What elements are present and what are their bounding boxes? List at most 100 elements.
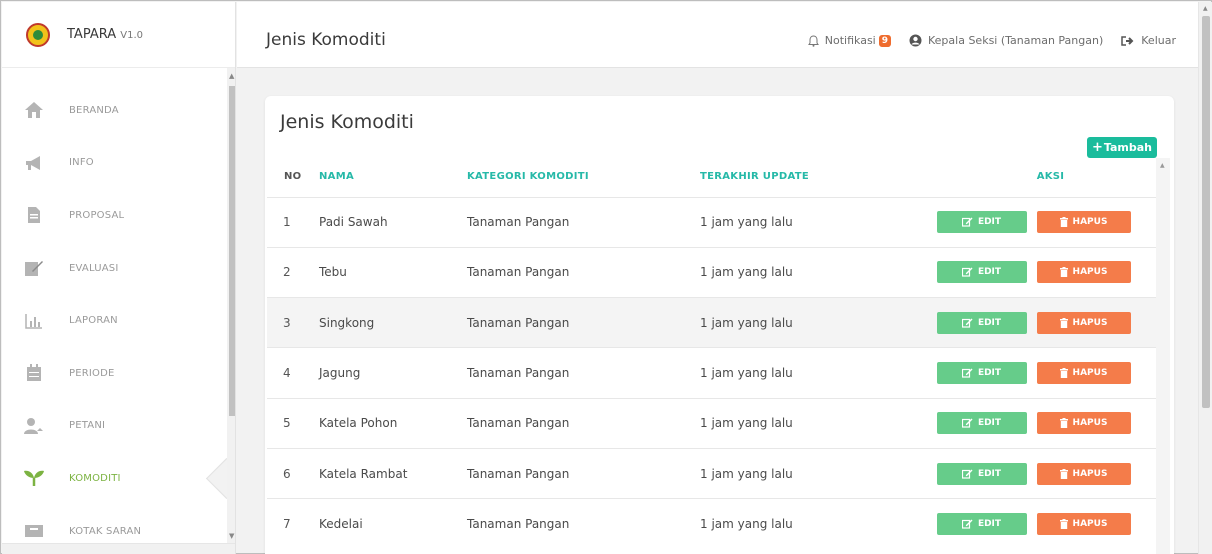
sidebar-item-laporan[interactable]: LAPORAN — [2, 294, 227, 347]
bar-chart-icon — [23, 310, 45, 332]
cell-update: 1 jam yang lalu — [700, 447, 910, 499]
edit-button[interactable]: EDIT — [936, 412, 1027, 435]
col-header-no[interactable]: NO — [267, 157, 307, 197]
delete-button[interactable]: HAPUS — [1036, 513, 1131, 536]
delete-button[interactable]: HAPUS — [1036, 412, 1131, 435]
cell-kategori: Tanaman Pangan — [467, 347, 700, 399]
sidebar-item-evaluasi[interactable]: EVALUASI — [2, 242, 227, 295]
edit-button[interactable]: EDIT — [936, 211, 1027, 234]
sprout-icon — [23, 467, 45, 489]
brand[interactable]: TAPARA V1.0 — [2, 2, 235, 68]
sidebar-item-label: LAPORAN — [69, 315, 118, 327]
cell-aksi: EDIT HAPUS — [910, 397, 1157, 449]
trash-icon — [1059, 519, 1068, 530]
edit-button-label: EDIT — [977, 368, 1002, 379]
edit-button[interactable]: EDIT — [936, 513, 1027, 536]
edit-button[interactable]: EDIT — [936, 311, 1027, 334]
cell-nama: Singkong — [307, 297, 467, 348]
user-profile-link[interactable]: Kepala Seksi (Tanaman Pangan) — [909, 34, 1103, 47]
app-version: V1.0 — [120, 30, 144, 41]
col-header-kategori[interactable]: KATEGORI KOMODITI — [467, 157, 700, 197]
sidebar-item-label: EVALUASI — [69, 262, 119, 274]
delete-button[interactable]: HAPUS — [1036, 362, 1131, 385]
cell-kategori: Tanaman Pangan — [467, 447, 700, 499]
calendar-icon — [23, 362, 45, 384]
cell-no: 7 — [267, 498, 307, 550]
sidebar-item-label: KOTAK SARAN — [69, 525, 142, 537]
trash-icon — [1059, 317, 1068, 328]
delete-button-label: HAPUS — [1072, 468, 1108, 479]
sidebar-item-label: INFO — [69, 157, 94, 169]
sidebar-item-proposal[interactable]: PROPOSAL — [2, 189, 227, 242]
delete-button[interactable]: HAPUS — [1036, 211, 1131, 234]
cell-update: 1 jam yang lalu — [700, 196, 910, 248]
sidebar-item-petani[interactable]: PETANI — [2, 400, 227, 453]
cell-kategori: Tanaman Pangan — [467, 297, 700, 348]
sidebar-scroll-thumb[interactable] — [229, 86, 235, 416]
cell-aksi: EDIT HAPUS — [910, 196, 1157, 248]
table-row: 6 Katela Rambat Tanaman Pangan 1 jam yan… — [267, 447, 1157, 499]
table-container: NO NAMA KATEGORI KOMODITI TERAKHIR UPDAT… — [267, 157, 1172, 554]
table-scrollbar[interactable]: ▲ — [1156, 158, 1170, 554]
cell-update: 1 jam yang lalu — [700, 246, 910, 298]
sidebar-item-label: PERIODE — [69, 367, 115, 379]
trash-icon — [1059, 418, 1068, 429]
notification-label: Notifikasi — [824, 34, 876, 47]
scroll-down-icon[interactable]: ▼ — [229, 532, 234, 540]
delete-button-label: HAPUS — [1072, 368, 1108, 379]
sidebar-item-komoditi[interactable]: KOMODITI — [2, 452, 227, 505]
plus-icon: + — [1091, 139, 1103, 155]
sidebar-item-label: PETANI — [69, 420, 106, 432]
scroll-up-icon[interactable]: ▲ — [229, 72, 234, 80]
col-header-nama[interactable]: NAMA — [307, 157, 467, 197]
notification-link[interactable]: Notifikasi 9 — [807, 34, 891, 47]
edit-button[interactable]: EDIT — [936, 362, 1027, 385]
edit-button[interactable]: EDIT — [936, 462, 1027, 485]
sidebar-item-label: PROPOSAL — [69, 209, 125, 221]
page-scrollbar[interactable]: ▲ — [1198, 2, 1212, 554]
col-header-update[interactable]: TERAKHIR UPDATE — [700, 157, 910, 197]
top-header: Jenis Komoditi Notifikasi 9 Kepala Seksi… — [237, 2, 1198, 68]
edit-button-label: EDIT — [977, 519, 1002, 530]
cell-nama: Padi Sawah — [307, 196, 467, 248]
delete-button[interactable]: HAPUS — [1036, 462, 1131, 485]
home-icon — [23, 99, 45, 121]
signature-icon — [23, 257, 45, 279]
page-title: Jenis Komoditi — [266, 30, 386, 50]
cell-no: 2 — [267, 246, 307, 298]
cell-kategori: Tanaman Pangan — [467, 196, 700, 248]
logout-link[interactable]: Keluar — [1121, 34, 1176, 47]
edit-icon — [961, 217, 973, 227]
scroll-up-icon[interactable]: ▲ — [1160, 162, 1165, 169]
sidebar-horizontal-scrollbar[interactable] — [2, 543, 235, 554]
cell-update: 1 jam yang lalu — [700, 498, 910, 550]
page-scroll-thumb[interactable] — [1202, 16, 1210, 408]
delete-button-label: HAPUS — [1072, 317, 1108, 328]
edit-icon — [961, 267, 973, 278]
edit-icon — [961, 469, 973, 479]
bell-icon — [807, 34, 819, 47]
card-title: Jenis Komoditi — [280, 111, 414, 133]
scroll-up-icon[interactable]: ▲ — [1203, 5, 1208, 12]
cell-no: 6 — [267, 447, 307, 499]
cell-nama: Jagung — [307, 347, 467, 399]
sidebar-item-periode[interactable]: PERIODE — [2, 347, 227, 400]
edit-button[interactable]: EDIT — [936, 261, 1027, 284]
inbox-icon — [23, 520, 45, 542]
cell-no: 1 — [267, 196, 307, 248]
sidebar-item-beranda[interactable]: BERANDA — [2, 84, 227, 137]
delete-button[interactable]: HAPUS — [1036, 261, 1131, 284]
sidebar-item-info[interactable]: INFO — [2, 137, 227, 190]
delete-button[interactable]: HAPUS — [1036, 311, 1131, 334]
cell-update: 1 jam yang lalu — [700, 297, 910, 348]
sidebar-scrollbar[interactable]: ▲ ▼ — [227, 68, 235, 544]
cell-no: 4 — [267, 347, 307, 399]
delete-button-label: HAPUS — [1072, 267, 1108, 278]
notification-badge: 9 — [878, 34, 891, 47]
edit-button-label: EDIT — [977, 468, 1002, 479]
document-icon — [23, 204, 45, 226]
add-button[interactable]: + Tambah — [1086, 137, 1157, 158]
sign-out-icon — [1121, 35, 1134, 46]
trash-icon — [1059, 217, 1068, 228]
user-label: Kepala Seksi (Tanaman Pangan) — [928, 34, 1104, 47]
